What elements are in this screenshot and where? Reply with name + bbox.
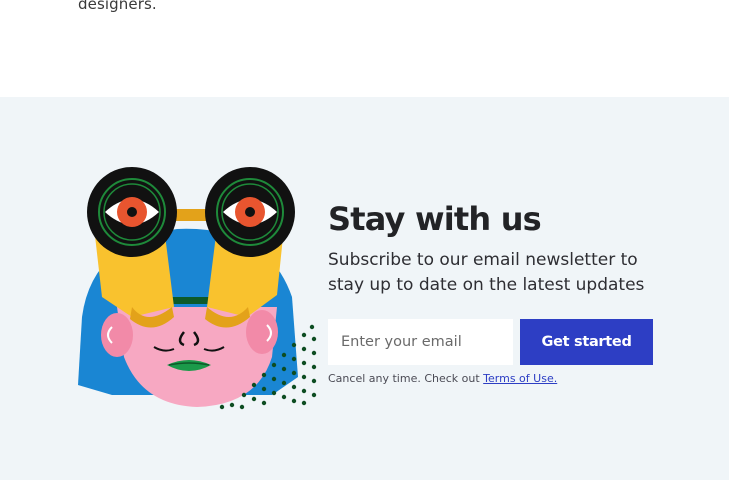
newsletter-heading: Stay with us <box>328 200 542 238</box>
disclaimer-text: Cancel any time. Check out <box>328 372 484 385</box>
binoculars-face-illustration <box>78 167 317 410</box>
previous-section: designers. <box>0 0 729 97</box>
previous-section-text: designers. <box>78 0 157 13</box>
get-started-button[interactable]: Get started <box>520 319 653 365</box>
newsletter-section: Stay with us Subscribe to our email news… <box>0 97 729 480</box>
terms-of-use-link[interactable]: Terms of Use. <box>483 372 557 385</box>
email-field[interactable] <box>328 319 513 365</box>
newsletter-disclaimer: Cancel any time. Check out Terms of Use. <box>328 372 557 385</box>
newsletter-description: Subscribe to our email newsletter to sta… <box>328 250 645 295</box>
